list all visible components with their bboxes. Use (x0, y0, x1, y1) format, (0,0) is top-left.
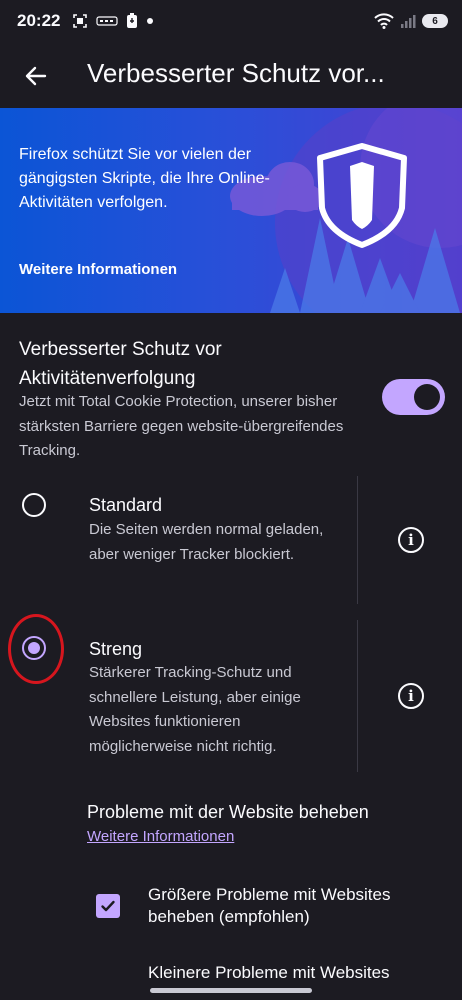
divider (357, 476, 358, 604)
back-button[interactable] (14, 54, 58, 98)
strict-option-title[interactable]: Streng (89, 639, 142, 660)
tracking-protection-toggle[interactable] (382, 379, 445, 415)
strict-info-button[interactable]: i (398, 683, 424, 709)
toggle-knob (414, 384, 440, 410)
status-bar: 20:22 6 (0, 0, 462, 44)
battery-level: 6 (432, 15, 438, 27)
divider (357, 620, 358, 772)
standard-radio[interactable] (22, 493, 46, 517)
status-left-icons (72, 13, 154, 29)
signal-icon (401, 15, 416, 28)
banner-text: Firefox schützt Sie vor vielen der gängi… (19, 146, 270, 211)
status-right-icons: 6 (374, 13, 448, 29)
tracking-protection-description: Jetzt mit Total Cookie Protection, unser… (19, 393, 344, 459)
strict-option-description: Stärkerer Tracking-Schutz und schnellere… (89, 664, 301, 755)
website-problems-title: Probleme mit der Website beheben (87, 802, 369, 822)
standard-option-description: Die Seiten werden normal geladen, aber w… (89, 521, 324, 563)
arrow-left-icon (25, 66, 47, 86)
standard-option-title[interactable]: Standard (89, 495, 162, 516)
dot-icon (147, 18, 153, 24)
info-banner: Firefox schützt Sie vor vielen der gängi… (0, 108, 462, 313)
standard-info-button[interactable]: i (398, 527, 424, 553)
fix-minor-issues-label[interactable]: Kleinere Probleme mit Websites (148, 962, 448, 984)
fix-major-issues-checkbox[interactable] (96, 894, 120, 918)
website-problems-learn-more-link[interactable]: Weitere Informationen (87, 828, 234, 845)
app-bar: Verbesserter Schutz vor... (0, 44, 462, 108)
checkmark-icon (101, 900, 115, 912)
tracking-protection-title: Verbesserter Schutz vor Aktivitätenverfo… (19, 339, 222, 389)
page-title: Verbesserter Schutz vor... (87, 58, 385, 88)
battery-saver-icon (127, 13, 137, 28)
battery-icon: 6 (422, 14, 448, 28)
info-icon: i (408, 531, 414, 549)
wifi-icon (374, 13, 394, 29)
gesture-nav-handle[interactable] (150, 988, 312, 993)
annotation-circle (8, 614, 64, 684)
screenshot-icon (73, 14, 87, 28)
info-icon: i (408, 687, 414, 705)
status-time: 20:22 (17, 11, 61, 30)
notification-icon (96, 16, 118, 26)
banner-learn-more-link[interactable]: Weitere Informationen (19, 261, 177, 278)
fix-major-issues-label[interactable]: Größere Probleme mit Websites beheben (e… (148, 884, 438, 928)
